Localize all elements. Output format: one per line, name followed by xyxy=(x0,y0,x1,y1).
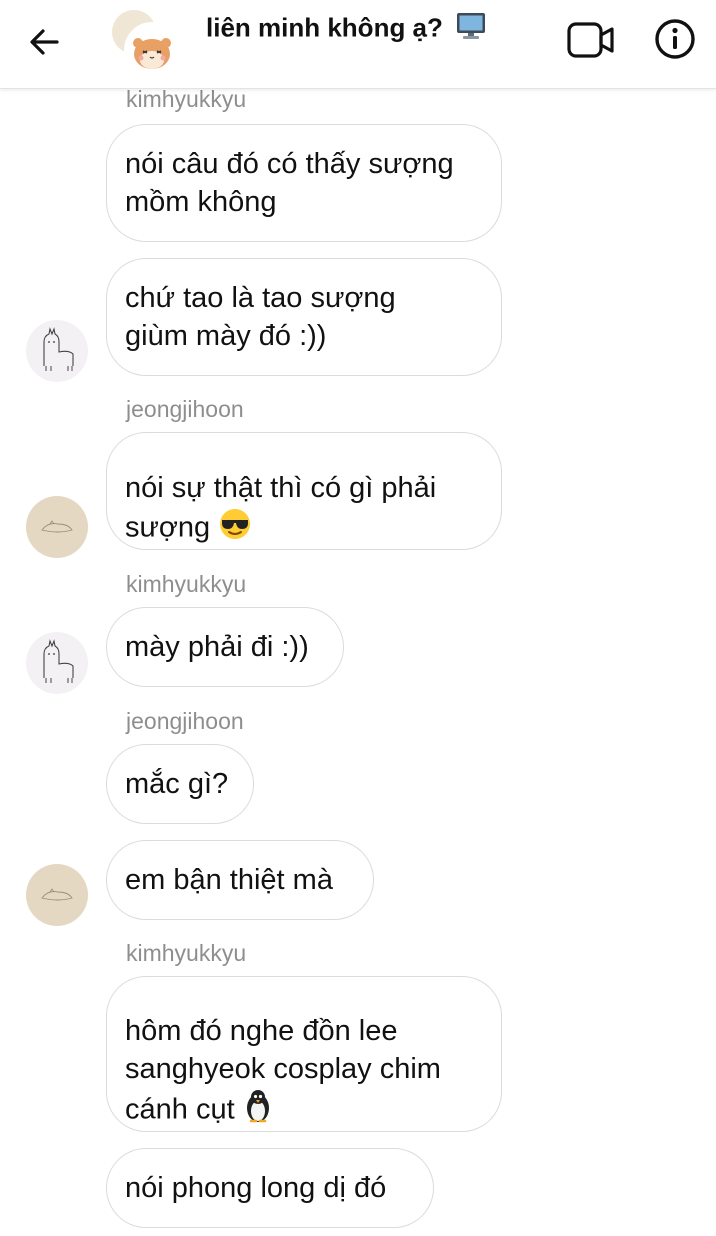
hamster-avatar-icon xyxy=(126,24,178,76)
message-text: chứ tao là tao sượng giùm mày đó :)) xyxy=(125,282,396,352)
message-bubble[interactable]: hôm đó nghe đồn lee sanghyeok cosplay ch… xyxy=(106,976,502,1132)
group-avatar-front xyxy=(124,22,180,78)
info-icon xyxy=(655,19,695,59)
message-text: mày phải đi :)) xyxy=(125,631,309,663)
message-text: hôm đó nghe đồn lee sanghyeok cosplay ch… xyxy=(125,1015,441,1126)
message-bubble[interactable]: mắc gì? xyxy=(106,744,254,824)
message-bubble[interactable]: nói sự thật thì có gì phải sượng xyxy=(106,432,502,550)
beige-avatar[interactable] xyxy=(26,496,88,558)
sender-name: kimhyukkyu xyxy=(126,940,247,966)
sunglasses-face-icon xyxy=(218,507,252,551)
message-text: em bận thiệt mà xyxy=(125,864,333,896)
group-avatar[interactable] xyxy=(112,10,180,78)
chat-title[interactable]: liên minh không ạ? xyxy=(206,12,486,47)
llama-avatar-icon xyxy=(43,327,74,371)
llama-avatar[interactable] xyxy=(26,632,88,694)
arrow-left-icon xyxy=(30,29,59,55)
video-call-icon xyxy=(567,22,614,58)
message-text: mắc gì? xyxy=(125,768,229,800)
chat-title-text: liên minh không ạ? xyxy=(206,12,443,43)
message-text: nói phong long dị đó xyxy=(125,1172,387,1204)
chat-header: liên minh không ạ? xyxy=(0,0,716,89)
penguin-icon xyxy=(243,1088,273,1134)
message-text: nói câu đó có thấy sượng mồm không xyxy=(125,148,454,218)
llama-avatar[interactable] xyxy=(26,320,88,382)
sleeping-cat-avatar-icon xyxy=(41,520,73,533)
llama-avatar-icon xyxy=(43,639,74,683)
message-bubble[interactable]: em bận thiệt mà xyxy=(106,840,374,920)
message-bubble[interactable]: nói câu đó có thấy sượng mồm không xyxy=(106,124,502,242)
message-bubble[interactable]: mày phải đi :)) xyxy=(106,607,344,687)
message-bubble[interactable]: chứ tao là tao sượng giùm mày đó :)) xyxy=(106,258,502,376)
beige-avatar[interactable] xyxy=(26,864,88,926)
sender-name: jeongjihoon xyxy=(126,396,244,422)
sender-name: jeongjihoon xyxy=(126,708,244,734)
sleeping-cat-avatar-icon xyxy=(41,888,73,901)
info-button[interactable] xyxy=(652,16,698,62)
message-content: nói sự thật thì có gì phải sượng xyxy=(125,431,436,551)
video-call-button[interactable] xyxy=(566,18,616,62)
back-button[interactable] xyxy=(22,20,66,64)
message-content: hôm đó nghe đồn lee sanghyeok cosplay ch… xyxy=(125,974,441,1134)
desktop-computer-icon xyxy=(456,12,486,47)
sender-name: kimhyukkyu xyxy=(126,571,247,597)
message-text: nói sự thật thì có gì phải sượng xyxy=(125,472,437,544)
sender-name: kimhyukkyu xyxy=(126,86,247,112)
message-bubble[interactable]: nói phong long dị đó xyxy=(106,1148,434,1228)
